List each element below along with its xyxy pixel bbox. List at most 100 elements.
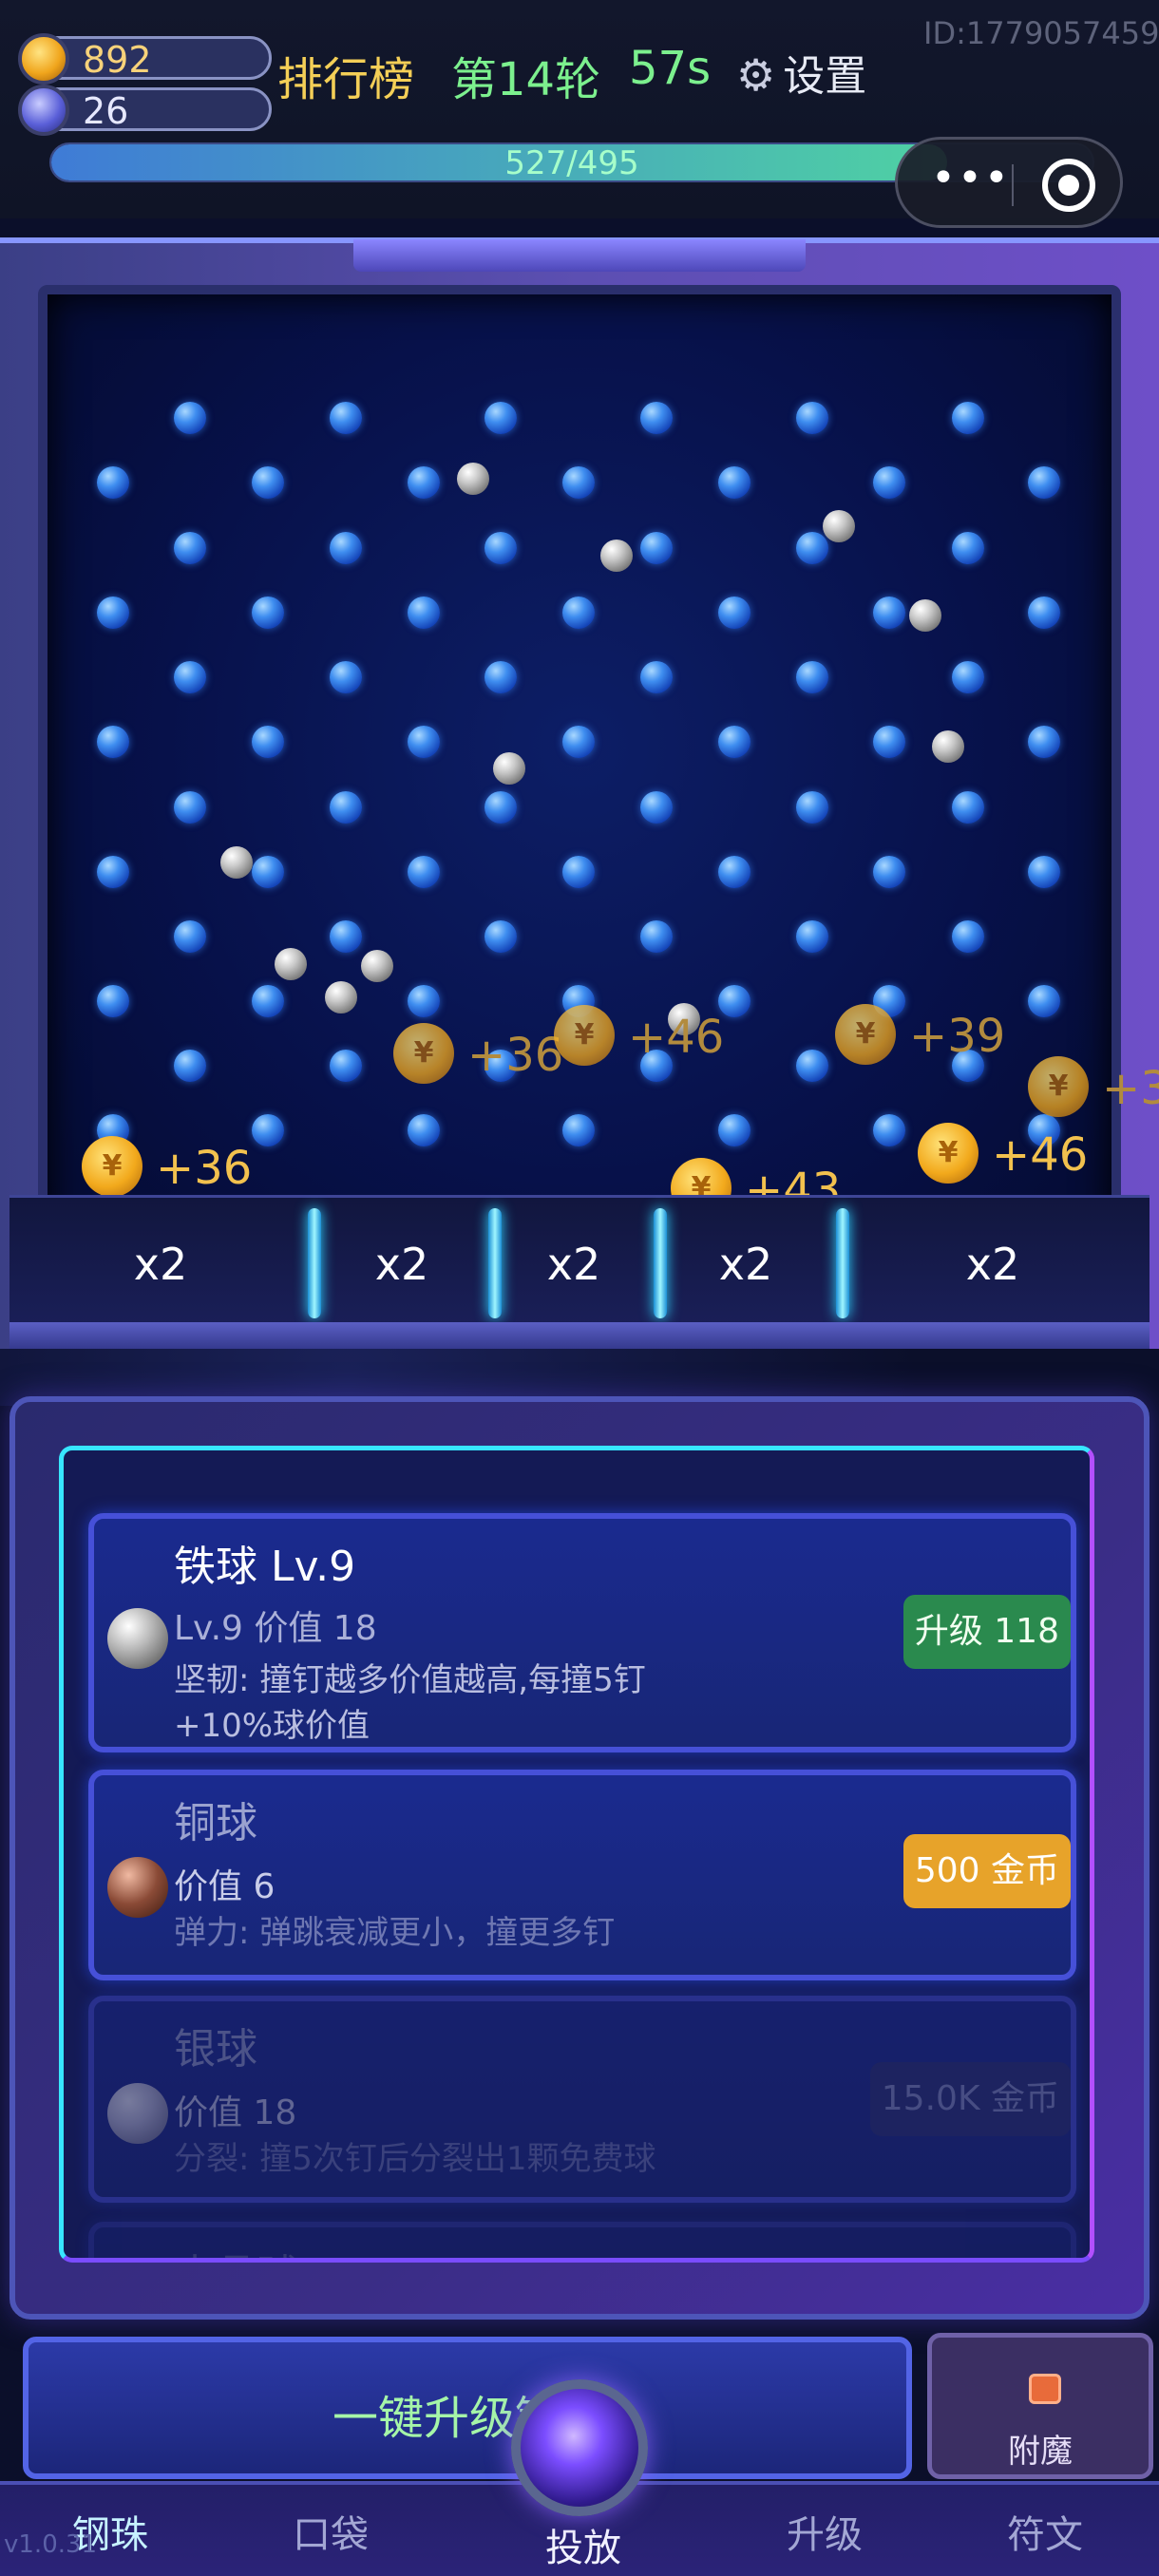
peg [873, 597, 905, 629]
peg [484, 661, 517, 693]
enchant-icon [1029, 2374, 1061, 2404]
ball-level-value: Lv.9 价值 18 [174, 1609, 377, 1648]
peg [952, 791, 984, 824]
peg [562, 726, 595, 758]
enchant-button[interactable]: 附魔 [927, 2333, 1153, 2479]
peg [718, 597, 750, 629]
peg [252, 466, 284, 499]
yen-coin-icon: ¥ [82, 1136, 142, 1197]
peg [97, 856, 129, 888]
peg [562, 466, 595, 499]
upgrade-all-button[interactable]: 一键升级钢 [23, 2337, 912, 2479]
ball-description: 分裂: 撞5次钉后分裂出1颗免费球 [174, 2140, 656, 2178]
peg [952, 532, 984, 564]
yen-coin-icon: ¥ [918, 1123, 978, 1184]
peg [873, 856, 905, 888]
peg [640, 791, 673, 824]
peg [718, 856, 750, 888]
ball-card-silver[interactable]: 银球 价值 18 分裂: 撞5次钉后分裂出1颗免费球 15.0K 金币 [88, 1996, 1076, 2203]
peg [640, 532, 673, 564]
peg [796, 1050, 828, 1082]
coin-reward-text: +36 [156, 1142, 253, 1195]
coin-reward-text: +39 [909, 1010, 1006, 1063]
peg [330, 661, 362, 693]
peg [97, 466, 129, 499]
peg [330, 791, 362, 824]
peg [330, 402, 362, 434]
peg [252, 597, 284, 629]
peg [1028, 856, 1060, 888]
peg [1028, 597, 1060, 629]
peg [873, 726, 905, 758]
peg [252, 985, 284, 1017]
peg [640, 661, 673, 693]
peg [952, 661, 984, 693]
peg [174, 402, 206, 434]
iron-ball [909, 599, 941, 632]
peg [408, 1114, 440, 1146]
peg [796, 532, 828, 564]
peg [174, 532, 206, 564]
peg [97, 597, 129, 629]
peg [408, 726, 440, 758]
peg [1028, 726, 1060, 758]
peg [796, 402, 828, 434]
peg [1028, 466, 1060, 499]
board-objects: ¥ +36 ¥ +46 ¥ +39 ¥ +3 ¥ +36 ¥ +43 ¥ +46 [0, 0, 1159, 1349]
peg [562, 856, 595, 888]
peg [952, 402, 984, 434]
ball-card-crystal[interactable]: 水晶球 [88, 2222, 1076, 2258]
ball-card-copper[interactable]: 铜球 价值 6 弹力: 弹跳衰减更小，撞更多钉 500 金币 [88, 1770, 1076, 1980]
coin-reward-text: +36 [467, 1029, 564, 1082]
peg [796, 920, 828, 953]
peg [796, 661, 828, 693]
peg [484, 791, 517, 824]
upgrade-button[interactable]: 升级 118 [902, 1595, 1071, 1669]
ball-name: 铜球 [174, 1799, 257, 1847]
peg [718, 1114, 750, 1146]
iron-ball [220, 846, 253, 879]
multiplier-slots: x2 x2 x2 x2 x2 [10, 1195, 1150, 1328]
tab-pocket[interactable]: 口袋 [293, 2504, 369, 2559]
slot-divider [836, 1208, 849, 1318]
peg [718, 466, 750, 499]
slot-multiplier: x2 [718, 1239, 773, 1290]
drop-ball-orb-button[interactable] [511, 2379, 648, 2516]
peg [562, 597, 595, 629]
slot-multiplier: x2 [546, 1239, 601, 1290]
peg [484, 920, 517, 953]
silver-ball-icon [107, 2083, 168, 2144]
peg [562, 1114, 595, 1146]
peg [796, 791, 828, 824]
iron-ball [275, 948, 307, 980]
tab-drop[interactable]: 投放 [545, 2517, 621, 2572]
peg [484, 402, 517, 434]
peg [97, 726, 129, 758]
iron-ball-icon [107, 1608, 168, 1669]
peg [640, 920, 673, 953]
ball-list[interactable]: 铁球 Lv.9 Lv.9 价值 18 坚韧: 撞钉越多价值越高,每撞5钉+10%… [59, 1446, 1094, 2263]
peg [873, 1114, 905, 1146]
peg [952, 920, 984, 953]
yen-coin-icon: ¥ [554, 1005, 615, 1066]
buy-button-locked[interactable]: 15.0K 金币 [869, 2062, 1071, 2136]
copper-ball-icon [107, 1857, 168, 1918]
peg [408, 597, 440, 629]
peg [97, 985, 129, 1017]
iron-ball [823, 510, 855, 542]
peg [408, 856, 440, 888]
peg [330, 1050, 362, 1082]
peg [174, 661, 206, 693]
peg [484, 532, 517, 564]
tab-rune[interactable]: 符文 [1007, 2504, 1083, 2559]
slot-multiplier: x2 [133, 1239, 188, 1290]
tab-upgrade[interactable]: 升级 [787, 2504, 863, 2559]
peg [174, 1050, 206, 1082]
buy-button[interactable]: 500 金币 [902, 1834, 1071, 1908]
peg [252, 856, 284, 888]
peg [174, 920, 206, 953]
slot-multiplier: x2 [965, 1239, 1020, 1290]
ball-description: 坚韧: 撞钉越多价值越高,每撞5钉+10%球价值 [174, 1661, 646, 1745]
yen-coin-icon: ¥ [1028, 1056, 1089, 1117]
ball-card-iron[interactable]: 铁球 Lv.9 Lv.9 价值 18 坚韧: 撞钉越多价值越高,每撞5钉+10%… [88, 1513, 1076, 1752]
